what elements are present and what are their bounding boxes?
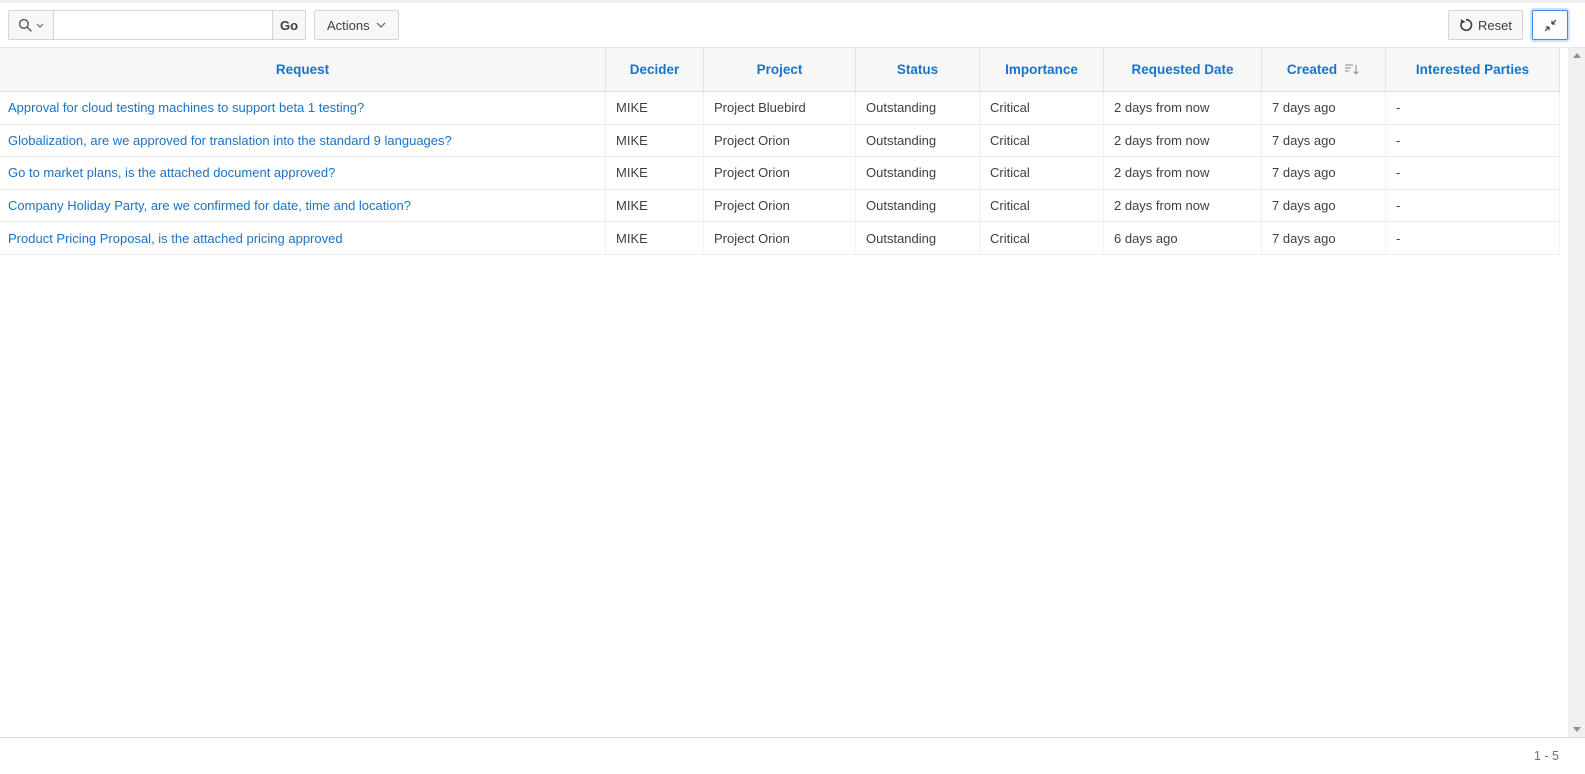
column-header-status[interactable]: Status — [856, 48, 980, 91]
cell-project: Project Orion — [704, 125, 856, 157]
column-header-label: Requested Date — [1131, 62, 1233, 77]
request-link[interactable]: Approval for cloud testing machines to s… — [8, 100, 364, 115]
cell-status: Outstanding — [856, 125, 980, 157]
actions-label: Actions — [327, 18, 370, 33]
cell-status: Outstanding — [856, 190, 980, 222]
column-header-label: Status — [897, 62, 938, 77]
cell-decider: MIKE — [606, 222, 704, 254]
cell-request: Approval for cloud testing machines to s… — [0, 92, 606, 124]
table-row: Company Holiday Party, are we confirmed … — [0, 190, 1560, 223]
cell-request: Globalization, are we approved for trans… — [0, 125, 606, 157]
cell-status: Outstanding — [856, 92, 980, 124]
collapse-region-button[interactable] — [1532, 10, 1568, 40]
cell-project: Project Bluebird — [704, 92, 856, 124]
interactive-report: Go Actions Reset Request Decider Project St… — [0, 0, 1585, 774]
cell-interested-parties: - — [1386, 190, 1560, 222]
column-header-interested-parties[interactable]: Interested Parties — [1386, 48, 1560, 91]
column-header-created[interactable]: Created — [1262, 48, 1386, 91]
cell-decider: MIKE — [606, 157, 704, 189]
cell-interested-parties: - — [1386, 125, 1560, 157]
cell-importance: Critical — [980, 92, 1104, 124]
column-header-label: Project — [757, 62, 803, 77]
chevron-down-icon — [36, 23, 44, 28]
cell-created: 7 days ago — [1262, 190, 1386, 222]
column-header-label: Interested Parties — [1416, 62, 1529, 77]
column-header-label: Decider — [630, 62, 680, 77]
request-link[interactable]: Company Holiday Party, are we confirmed … — [8, 198, 411, 213]
reset-button[interactable]: Reset — [1448, 10, 1523, 40]
actions-menu-button[interactable]: Actions — [314, 10, 399, 40]
cell-requested-date: 6 days ago — [1104, 222, 1262, 254]
column-header-decider[interactable]: Decider — [606, 48, 704, 91]
request-link[interactable]: Globalization, are we approved for trans… — [8, 133, 452, 148]
cell-created: 7 days ago — [1262, 125, 1386, 157]
table-row: Globalization, are we approved for trans… — [0, 125, 1560, 158]
column-header-label: Importance — [1005, 62, 1078, 77]
cell-project: Project Orion — [704, 190, 856, 222]
report-footer: 1 - 5 — [0, 737, 1585, 774]
column-header-requested-date[interactable]: Requested Date — [1104, 48, 1262, 91]
cell-decider: MIKE — [606, 190, 704, 222]
cell-status: Outstanding — [856, 157, 980, 189]
cell-created: 7 days ago — [1262, 222, 1386, 254]
request-link[interactable]: Go to market plans, is the attached docu… — [8, 165, 335, 180]
cell-interested-parties: - — [1386, 222, 1560, 254]
collapse-icon — [1543, 18, 1558, 33]
column-header-project[interactable]: Project — [704, 48, 856, 91]
cell-project: Project Orion — [704, 222, 856, 254]
search-icon — [18, 18, 33, 33]
cell-project: Project Orion — [704, 157, 856, 189]
table-row: Go to market plans, is the attached docu… — [0, 157, 1560, 190]
cell-request: Go to market plans, is the attached docu… — [0, 157, 606, 189]
cell-decider: MIKE — [606, 125, 704, 157]
cell-interested-parties: - — [1386, 92, 1560, 124]
scroll-up-arrow-icon[interactable] — [1573, 53, 1581, 58]
column-header-request[interactable]: Request — [0, 48, 606, 91]
go-button[interactable]: Go — [272, 10, 306, 40]
report-region: Request Decider Project Status Importance Req… — [0, 48, 1585, 737]
cell-requested-date: 2 days from now — [1104, 190, 1262, 222]
cell-importance: Critical — [980, 157, 1104, 189]
cell-interested-parties: - — [1386, 157, 1560, 189]
column-header-importance[interactable]: Importance — [980, 48, 1104, 91]
sort-descending-icon — [1344, 63, 1360, 76]
chevron-down-icon — [376, 22, 386, 28]
column-header-label: Request — [276, 62, 329, 77]
table-row: Product Pricing Proposal, is the attache… — [0, 222, 1560, 255]
cell-requested-date: 2 days from now — [1104, 92, 1262, 124]
cell-importance: Critical — [980, 222, 1104, 254]
reset-icon — [1459, 18, 1473, 32]
scroll-down-arrow-icon[interactable] — [1573, 727, 1581, 732]
column-header-label: Created — [1287, 62, 1337, 77]
cell-importance: Critical — [980, 190, 1104, 222]
cell-importance: Critical — [980, 125, 1104, 157]
search-input[interactable] — [53, 10, 273, 40]
search-toolbar: Go Actions Reset — [0, 0, 1585, 48]
pagination-range: 1 - 5 — [1534, 749, 1559, 763]
cell-requested-date: 2 days from now — [1104, 125, 1262, 157]
cell-request: Product Pricing Proposal, is the attache… — [0, 222, 606, 254]
cell-requested-date: 2 days from now — [1104, 157, 1262, 189]
reset-label: Reset — [1478, 18, 1512, 33]
cell-created: 7 days ago — [1262, 157, 1386, 189]
cell-status: Outstanding — [856, 222, 980, 254]
request-link[interactable]: Product Pricing Proposal, is the attache… — [8, 231, 343, 246]
cell-created: 7 days ago — [1262, 92, 1386, 124]
cell-request: Company Holiday Party, are we confirmed … — [0, 190, 606, 222]
cell-decider: MIKE — [606, 92, 704, 124]
vertical-scrollbar[interactable] — [1568, 48, 1585, 737]
table-body: Approval for cloud testing machines to s… — [0, 92, 1560, 255]
search-options-button[interactable] — [8, 10, 54, 40]
table-row: Approval for cloud testing machines to s… — [0, 92, 1560, 125]
report-table: Request Decider Project Status Importance Req… — [0, 48, 1560, 255]
table-header: Request Decider Project Status Importance Req… — [0, 48, 1560, 92]
